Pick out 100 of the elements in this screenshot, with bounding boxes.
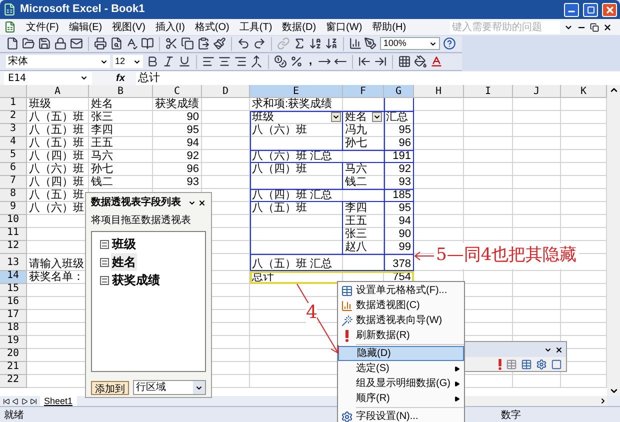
menu-item[interactable]: 帮助(H) — [370, 20, 408, 34]
column-header[interactable]: C — [153, 85, 202, 98]
column-header[interactable]: E — [250, 85, 343, 98]
exclamation-icon[interactable] — [498, 358, 502, 370]
menu-item[interactable]: 插入(I) — [153, 20, 187, 34]
menu-item[interactable]: 编辑(E) — [66, 20, 104, 34]
row-header[interactable]: 5 — [0, 150, 27, 163]
copy-icon[interactable] — [181, 37, 194, 50]
row-header[interactable]: 9 — [0, 202, 27, 215]
row-header[interactable]: 12 — [0, 241, 27, 254]
font-color-icon[interactable] — [430, 55, 444, 68]
field-item[interactable]: 获奖成绩 — [111, 271, 161, 289]
column-header[interactable]: I — [464, 85, 513, 98]
row-header[interactable]: 10 — [0, 215, 27, 228]
field-item[interactable]: 班级 — [111, 235, 137, 253]
align-left-icon[interactable] — [202, 55, 215, 68]
undo-icon[interactable] — [236, 37, 250, 50]
drawing-icon[interactable] — [364, 37, 378, 50]
menu-item[interactable]: 数据(D) — [280, 20, 318, 34]
column-header[interactable]: G — [384, 85, 414, 98]
fill-color-icon[interactable] — [414, 55, 428, 68]
font-field[interactable]: 宋体 — [6, 55, 110, 68]
sheet-tab[interactable]: Sheet1 — [40, 396, 77, 406]
underline-icon[interactable] — [178, 55, 191, 68]
menu-item[interactable]: 选定(S) — [338, 361, 464, 376]
borders-icon[interactable] — [398, 55, 412, 68]
row-header[interactable]: 11 — [0, 228, 27, 241]
lock-icon[interactable] — [54, 37, 67, 50]
print-preview-icon[interactable] — [110, 37, 122, 50]
outdent-icon[interactable] — [358, 55, 372, 68]
row-header[interactable]: 2 — [0, 111, 27, 124]
area-select[interactable]: 行区域 — [133, 380, 206, 395]
name-box[interactable]: E14 — [4, 72, 92, 84]
maximize-button[interactable] — [583, 2, 598, 16]
close-button[interactable] — [602, 2, 617, 16]
row-header[interactable]: 19 — [0, 336, 27, 349]
comma-style-button[interactable]: , — [306, 53, 316, 70]
row-header[interactable]: 14 — [0, 271, 27, 284]
menu-item[interactable]: 组及显示明细数据(G) — [338, 376, 464, 391]
row-header[interactable]: 3 — [0, 124, 27, 137]
folder-icon[interactable] — [22, 37, 35, 50]
merge-icon[interactable] — [250, 55, 263, 68]
bold-icon[interactable] — [146, 55, 159, 68]
column-header[interactable]: B — [89, 85, 153, 98]
scissors-icon[interactable] — [165, 37, 178, 50]
dropdown-button[interactable] — [193, 381, 205, 394]
italic-icon[interactable] — [162, 55, 175, 68]
column-header[interactable]: F — [343, 85, 384, 98]
spell-check-icon[interactable] — [125, 37, 138, 50]
caret-icon[interactable] — [544, 346, 552, 354]
window-icon[interactable] — [551, 358, 562, 370]
function-label[interactable]: fx — [116, 70, 136, 86]
next-sheet-icon[interactable] — [21, 398, 28, 404]
row-header[interactable]: 8 — [0, 189, 27, 202]
menu-item[interactable]: 数据透视表向导(W) — [338, 313, 464, 328]
row-header[interactable]: 1 — [0, 98, 27, 111]
first-sheet-icon[interactable] — [3, 398, 10, 404]
indent-icon[interactable] — [374, 55, 388, 68]
settings-icon[interactable] — [536, 358, 547, 370]
close-icon[interactable] — [198, 198, 206, 206]
sort-descending-icon[interactable] — [324, 37, 338, 50]
menu-item[interactable]: 刷新数据(R) — [338, 328, 464, 343]
new-file-icon[interactable] — [6, 37, 19, 50]
menu-item[interactable]: 文件(F) — [24, 20, 61, 34]
redo-icon[interactable] — [252, 37, 266, 50]
align-center-icon[interactable] — [218, 55, 231, 68]
align-right-icon[interactable] — [234, 55, 247, 68]
row-header[interactable]: 17 — [0, 310, 27, 323]
font-size-field[interactable]: 12 — [113, 55, 143, 68]
vertical-scrollbar[interactable] — [607, 85, 620, 396]
percent-icon[interactable] — [290, 55, 303, 68]
row-header[interactable]: 18 — [0, 323, 27, 336]
paste-icon[interactable] — [197, 37, 210, 50]
menu-item[interactable]: 字段设置(N)... — [338, 409, 464, 422]
column-header[interactable]: D — [202, 85, 250, 98]
menu-item[interactable]: 顺序(R) — [338, 391, 464, 406]
help-search-field[interactable]: 键入需要帮助的问题 — [450, 20, 560, 34]
last-sheet-icon[interactable] — [30, 398, 37, 404]
paintbrush-icon[interactable] — [213, 37, 226, 50]
dropdown-button[interactable] — [331, 112, 341, 122]
help-icon[interactable] — [443, 37, 456, 50]
dropdown-button[interactable] — [372, 112, 382, 122]
field-item[interactable]: 姓名 — [111, 253, 137, 271]
chart-icon[interactable] — [348, 37, 362, 50]
row-header[interactable]: 4 — [0, 137, 27, 150]
row-header[interactable]: 6 — [0, 163, 27, 176]
menu-item[interactable]: 工具(T) — [237, 20, 274, 34]
mail-icon[interactable] — [70, 37, 83, 50]
column-header[interactable]: J — [513, 85, 561, 98]
column-header[interactable]: H — [414, 85, 464, 98]
menu-item[interactable]: 窗口(W) — [324, 20, 364, 34]
currency-icon[interactable] — [274, 55, 287, 68]
previous-sheet-icon[interactable] — [12, 398, 19, 404]
minimize-button[interactable] — [564, 2, 579, 16]
close-icon[interactable] — [555, 346, 563, 354]
table-icon[interactable] — [521, 358, 532, 370]
menu-item[interactable]: 隐藏(D) — [338, 346, 464, 361]
save-icon[interactable] — [38, 37, 51, 50]
zoom-field[interactable]: 100% — [380, 37, 440, 50]
add-to-button[interactable]: 添加到 — [91, 380, 129, 394]
